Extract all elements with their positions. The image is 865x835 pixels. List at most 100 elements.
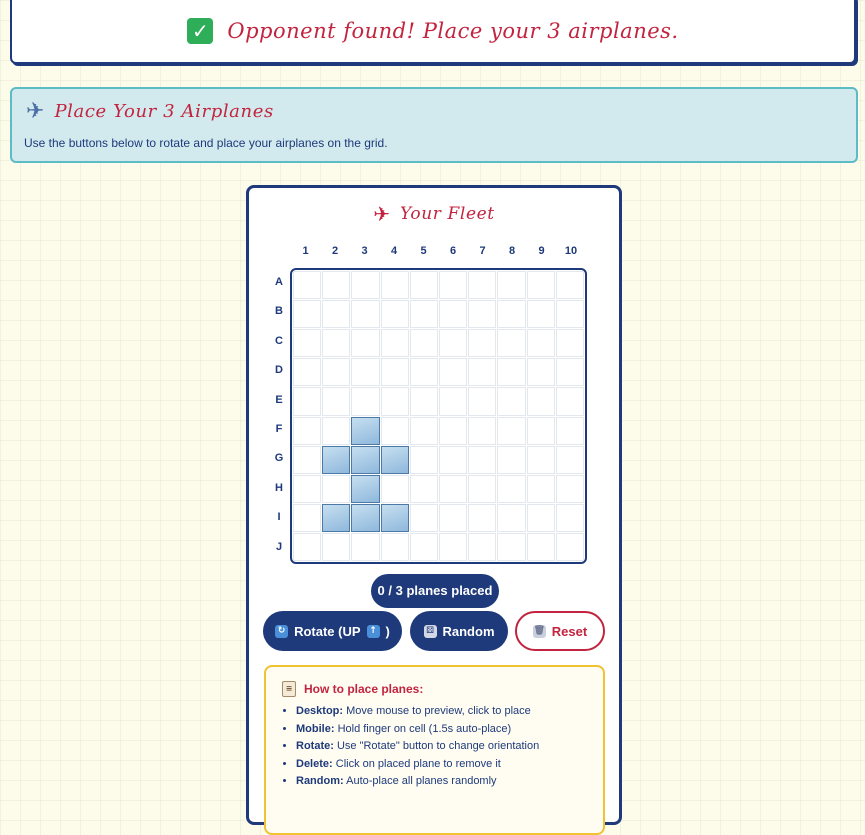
grid-cell[interactable] bbox=[293, 503, 322, 532]
grid-cell[interactable] bbox=[439, 271, 468, 300]
grid-cell[interactable] bbox=[439, 300, 468, 329]
grid-cell[interactable] bbox=[497, 532, 526, 561]
grid-cell[interactable] bbox=[526, 271, 555, 300]
grid-cell[interactable] bbox=[555, 387, 584, 416]
grid-cell[interactable] bbox=[409, 300, 438, 329]
grid-cell[interactable] bbox=[439, 445, 468, 474]
grid-cell[interactable] bbox=[380, 271, 409, 300]
grid-cell[interactable] bbox=[526, 474, 555, 503]
grid-cell[interactable] bbox=[293, 271, 322, 300]
grid-cell[interactable] bbox=[526, 416, 555, 445]
grid-cell[interactable] bbox=[526, 387, 555, 416]
grid-cell[interactable] bbox=[351, 532, 380, 561]
grid-cell[interactable] bbox=[380, 387, 409, 416]
grid-cell[interactable] bbox=[526, 445, 555, 474]
grid-cell[interactable] bbox=[468, 358, 497, 387]
grid-cell-preview[interactable] bbox=[380, 445, 409, 474]
grid-cell[interactable] bbox=[497, 358, 526, 387]
grid-cell[interactable] bbox=[468, 445, 497, 474]
grid-cell[interactable] bbox=[351, 387, 380, 416]
random-button[interactable]: ⚄ Random bbox=[410, 611, 508, 651]
grid-cell[interactable] bbox=[439, 416, 468, 445]
grid-cell[interactable] bbox=[555, 445, 584, 474]
grid-cell[interactable] bbox=[293, 387, 322, 416]
grid-cell[interactable] bbox=[293, 416, 322, 445]
grid-cell[interactable] bbox=[380, 329, 409, 358]
grid-cell[interactable] bbox=[293, 474, 322, 503]
grid-cell[interactable] bbox=[497, 445, 526, 474]
grid-cell[interactable] bbox=[555, 503, 584, 532]
grid-cell[interactable] bbox=[439, 387, 468, 416]
grid-cell[interactable] bbox=[322, 300, 351, 329]
grid-cell[interactable] bbox=[409, 503, 438, 532]
grid-cell[interactable] bbox=[293, 358, 322, 387]
grid-cell[interactable] bbox=[322, 358, 351, 387]
grid-cell[interactable] bbox=[439, 503, 468, 532]
grid-cell[interactable] bbox=[439, 329, 468, 358]
grid-cell[interactable] bbox=[555, 532, 584, 561]
grid-cell[interactable] bbox=[351, 358, 380, 387]
grid-cell-preview[interactable] bbox=[380, 503, 409, 532]
grid-cell[interactable] bbox=[380, 416, 409, 445]
rotate-button[interactable]: ↻ Rotate (UP ↑ ) bbox=[263, 611, 402, 651]
grid-cell[interactable] bbox=[497, 271, 526, 300]
grid-cell[interactable] bbox=[293, 300, 322, 329]
grid-cell[interactable] bbox=[409, 387, 438, 416]
grid-cell[interactable] bbox=[526, 358, 555, 387]
grid-cell[interactable] bbox=[409, 474, 438, 503]
grid-cell[interactable] bbox=[555, 416, 584, 445]
grid-cell-preview[interactable] bbox=[351, 474, 380, 503]
reset-button[interactable]: 🗑 Reset bbox=[515, 611, 605, 651]
grid-cell[interactable] bbox=[409, 271, 438, 300]
grid-cell[interactable] bbox=[497, 329, 526, 358]
grid-cell[interactable] bbox=[322, 474, 351, 503]
grid-cell[interactable] bbox=[526, 300, 555, 329]
grid-cell[interactable] bbox=[380, 532, 409, 561]
grid-cell[interactable] bbox=[380, 300, 409, 329]
grid-cell[interactable] bbox=[380, 358, 409, 387]
grid-cell[interactable] bbox=[468, 416, 497, 445]
grid-cell[interactable] bbox=[526, 532, 555, 561]
grid-cell[interactable] bbox=[409, 416, 438, 445]
grid-cell[interactable] bbox=[409, 445, 438, 474]
grid-cell[interactable] bbox=[468, 300, 497, 329]
grid-cell[interactable] bbox=[526, 503, 555, 532]
grid-cell[interactable] bbox=[555, 329, 584, 358]
grid-cell[interactable] bbox=[497, 387, 526, 416]
grid-cell[interactable] bbox=[468, 271, 497, 300]
grid-cell[interactable] bbox=[497, 300, 526, 329]
grid-cell[interactable] bbox=[526, 329, 555, 358]
grid-cell[interactable] bbox=[468, 387, 497, 416]
grid-cell-preview[interactable] bbox=[351, 503, 380, 532]
grid-cell[interactable] bbox=[468, 503, 497, 532]
grid-cell[interactable] bbox=[439, 358, 468, 387]
grid-cell[interactable] bbox=[322, 416, 351, 445]
grid-cell[interactable] bbox=[322, 329, 351, 358]
grid-cell[interactable] bbox=[468, 329, 497, 358]
grid-cell-preview[interactable] bbox=[351, 445, 380, 474]
grid-cell[interactable] bbox=[322, 271, 351, 300]
grid-cell[interactable] bbox=[293, 445, 322, 474]
grid-cell[interactable] bbox=[409, 532, 438, 561]
grid-cell-preview[interactable] bbox=[322, 445, 351, 474]
grid-cell[interactable] bbox=[380, 474, 409, 503]
grid-cell[interactable] bbox=[409, 329, 438, 358]
grid-cell[interactable] bbox=[409, 358, 438, 387]
grid-cell[interactable] bbox=[351, 300, 380, 329]
grid-cell[interactable] bbox=[293, 532, 322, 561]
grid-cell[interactable] bbox=[555, 358, 584, 387]
grid-cell[interactable] bbox=[439, 474, 468, 503]
grid-cell[interactable] bbox=[555, 271, 584, 300]
grid-cell-preview[interactable] bbox=[351, 416, 380, 445]
grid-cell-preview[interactable] bbox=[322, 503, 351, 532]
grid-cell[interactable] bbox=[322, 532, 351, 561]
grid-cell[interactable] bbox=[439, 532, 468, 561]
grid-cell[interactable] bbox=[322, 387, 351, 416]
grid-cell[interactable] bbox=[497, 416, 526, 445]
grid-cell[interactable] bbox=[468, 532, 497, 561]
grid-cell[interactable] bbox=[555, 474, 584, 503]
grid-cell[interactable] bbox=[293, 329, 322, 358]
grid-cell[interactable] bbox=[497, 474, 526, 503]
grid-cell[interactable] bbox=[497, 503, 526, 532]
placement-grid[interactable] bbox=[290, 268, 587, 564]
